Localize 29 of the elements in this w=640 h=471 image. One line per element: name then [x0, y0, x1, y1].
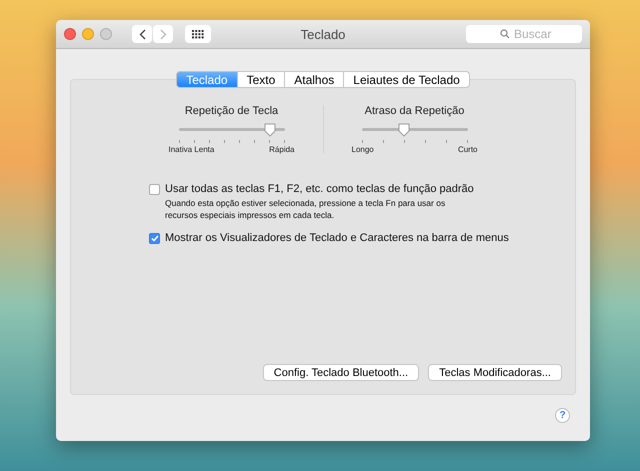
push-button[interactable]: Config. Teclado Bluetooth... [262, 364, 420, 381]
slider-max-label: Rápida [269, 145, 294, 154]
show-all-button[interactable] [185, 25, 211, 43]
close-button[interactable] [64, 28, 76, 40]
chevron-right-icon [160, 28, 166, 40]
search-field[interactable]: Buscar [466, 25, 582, 43]
window-title: Teclado [300, 26, 346, 42]
chevron-left-icon [138, 28, 146, 40]
tab[interactable]: Texto [238, 71, 286, 88]
option-description: Quando esta opção estiver selecionada, pressione a tecla Fn para usar os recursos especiais impressos em cada tecla. [165, 197, 446, 221]
slider-thumb[interactable] [398, 123, 410, 137]
slider-title: Atraso da Repetição [364, 105, 464, 117]
zoom-button[interactable] [100, 28, 112, 40]
back-button[interactable] [132, 25, 152, 43]
slider-min-label: Inativa Lenta [168, 145, 214, 154]
tab[interactable]: Atalhos [285, 71, 344, 88]
minimize-button[interactable] [82, 28, 94, 40]
slider-title: Repetição de Tecla [184, 105, 278, 117]
slider-max-label: Curto [458, 145, 478, 154]
grid-icon [192, 30, 204, 38]
push-button[interactable]: Teclas Modificadoras... [428, 364, 562, 381]
slider-thumb[interactable] [264, 123, 276, 137]
checkbox-label: Mostrar os Visualizadores de Teclado e Caracteres na barra de menus [165, 232, 509, 244]
checkbox-label: Usar todas as teclas F1, F2, etc. como teclas de função padrão [165, 183, 474, 195]
tab[interactable]: Leiautes de Teclado [344, 71, 470, 88]
checkbox[interactable] [149, 184, 160, 195]
checkbox[interactable] [149, 233, 160, 244]
help-button[interactable]: ? [555, 408, 570, 423]
slider-min-label: Longo [352, 145, 374, 154]
